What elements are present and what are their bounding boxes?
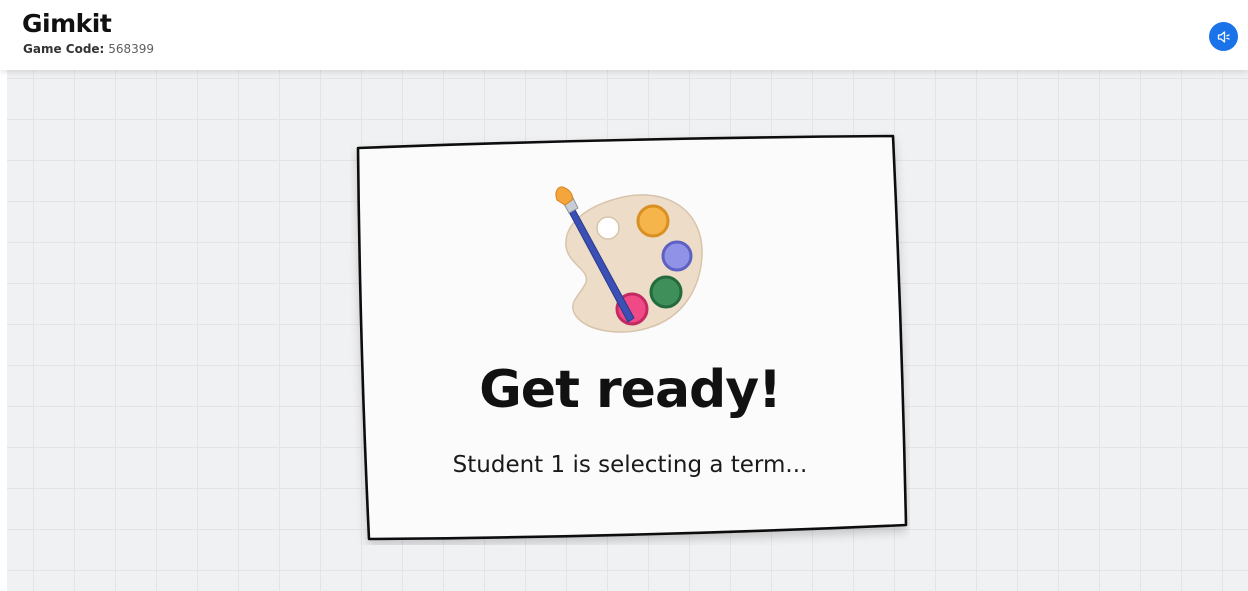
brand-logo: Gimkit	[22, 9, 112, 38]
game-code: Game Code: 568399	[23, 42, 154, 56]
speaker-icon	[1217, 30, 1230, 43]
get-ready-card: Get ready! Student 1 is selecting a term…	[350, 130, 910, 545]
get-ready-title: Get ready!	[479, 360, 782, 420]
top-bar: Gimkit Game Code: 568399	[0, 0, 1248, 70]
status-message: Student 1 is selecting a term...	[452, 452, 808, 478]
game-code-label: Game Code:	[23, 42, 105, 56]
sound-toggle-button[interactable]	[1209, 22, 1238, 51]
paint-palette-icon	[555, 186, 703, 333]
game-code-value: 568399	[108, 42, 154, 56]
